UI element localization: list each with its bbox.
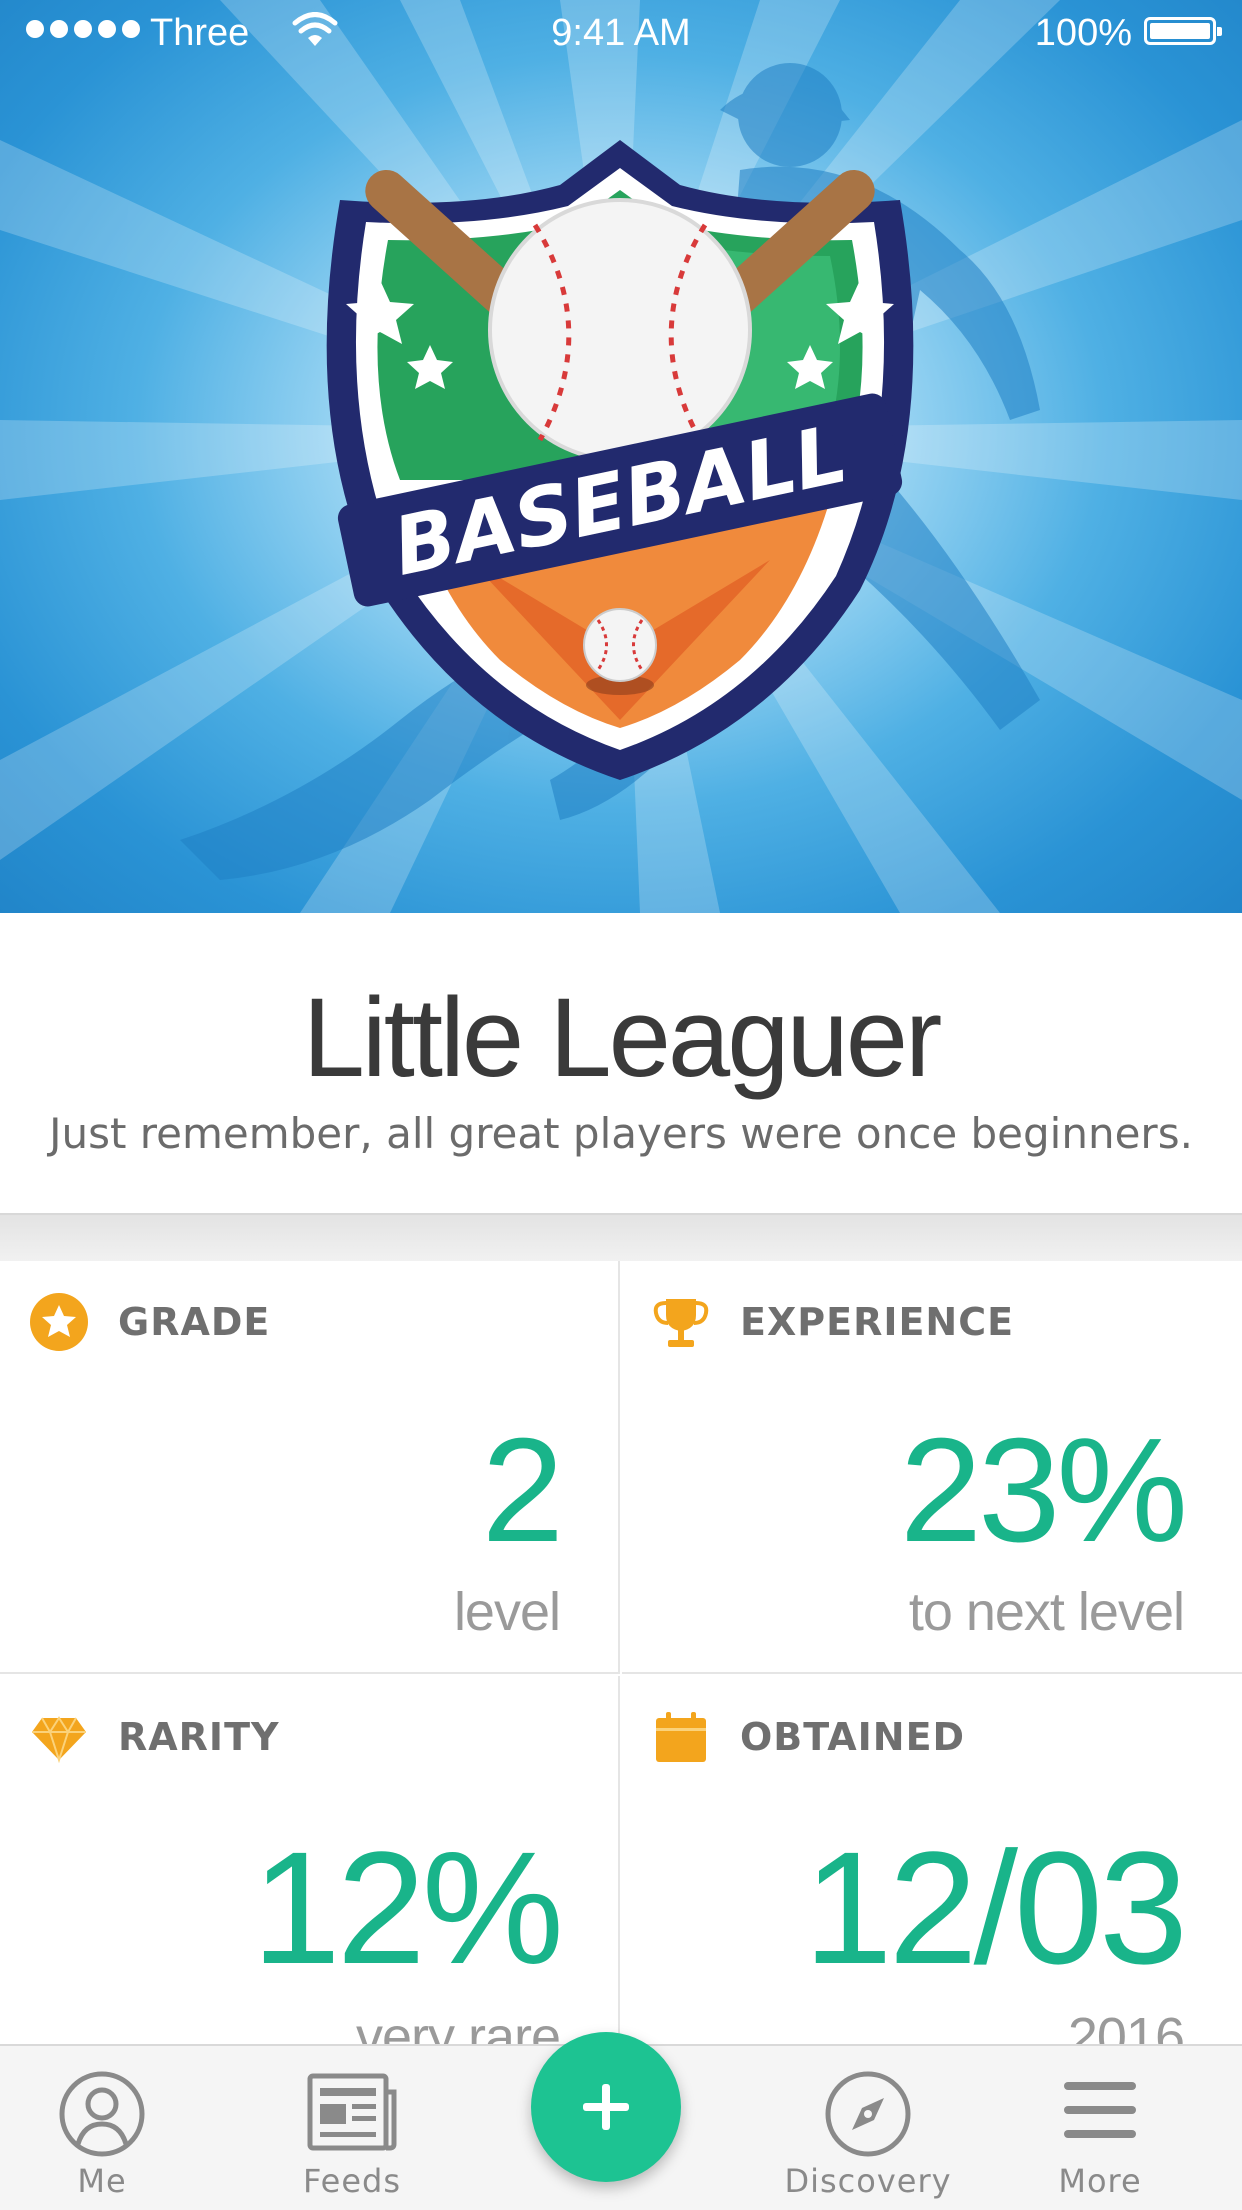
tab-label: Feeds (302, 2162, 401, 2200)
stat-grade: GRADE 2 level (0, 1261, 620, 1674)
stat-label: EXPERIENCE (740, 1300, 1015, 1344)
tab-me[interactable]: Me (2, 2046, 202, 2210)
stat-label: RARITY (118, 1715, 280, 1759)
tab-label: Discovery (784, 2162, 952, 2200)
status-bar: Three 9:41 AM 100% (0, 0, 1242, 70)
stat-caption: to next level (908, 1582, 1185, 1642)
stat-value: 2 (481, 1408, 564, 1573)
stat-value: 12/03 (803, 1818, 1188, 1997)
tab-label: More (1058, 2162, 1142, 2200)
battery-icon (1144, 17, 1222, 45)
stat-rarity: RARITY 12% very rare (0, 1676, 620, 2089)
newspaper-icon (307, 2073, 397, 2151)
trophy-icon (653, 1299, 709, 1347)
user-icon (59, 2071, 145, 2157)
stat-obtained: OBTAINED 12/03 2016 (622, 1676, 1242, 2089)
add-button[interactable] (531, 2032, 681, 2182)
tab-more[interactable]: More (1000, 2046, 1200, 2210)
stats-grid: GRADE 2 level EXPERIENCE 23% to next lev… (0, 1261, 1242, 2089)
achievement-subtitle: Just remember, all great players were on… (49, 1109, 1193, 1158)
stat-value: 12% (251, 1818, 564, 1997)
menu-icon (1064, 2082, 1136, 2138)
compass-icon (825, 2071, 911, 2157)
section-divider (0, 1215, 1242, 1261)
tab-label: Me (77, 2162, 127, 2200)
star-icon (30, 1293, 88, 1351)
stat-value: 23% (899, 1408, 1188, 1573)
diamond-icon (32, 1716, 86, 1764)
stat-experience: EXPERIENCE 23% to next level (622, 1261, 1242, 1674)
stat-caption: level (453, 1582, 561, 1642)
tab-discovery[interactable]: Discovery (768, 2046, 968, 2210)
tab-feeds[interactable]: Feeds (252, 2046, 452, 2210)
achievement-title: Little Leaguer (302, 975, 943, 1100)
battery-percentage: 100% (1034, 12, 1132, 54)
hero-banner: BASEBALL (0, 0, 1242, 913)
baseball-badge: BASEBALL (326, 140, 914, 780)
stat-label: OBTAINED (740, 1715, 966, 1759)
stat-label: GRADE (118, 1300, 271, 1344)
achievement-card: Little Leaguer Just remember, all great … (0, 913, 1242, 1215)
calendar-icon (656, 1712, 706, 1762)
